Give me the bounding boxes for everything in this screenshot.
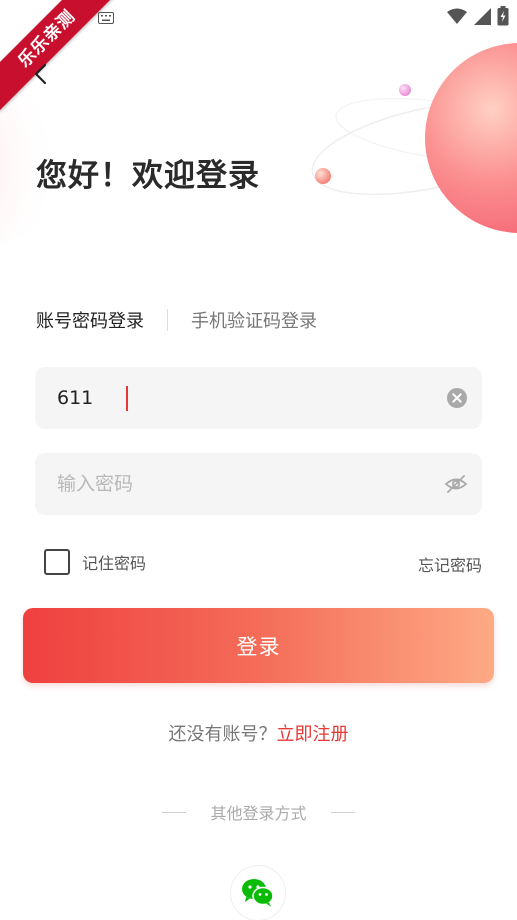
eye-off-icon[interactable] xyxy=(444,473,468,495)
divider-line xyxy=(162,811,187,813)
wechat-login-button[interactable] xyxy=(230,865,286,920)
password-input[interactable] xyxy=(57,453,427,515)
status-bar xyxy=(0,0,517,32)
forgot-password-link[interactable]: 忘记密码 xyxy=(418,552,482,576)
back-button[interactable] xyxy=(26,60,54,88)
page-title: 您好！欢迎登录 xyxy=(36,158,260,194)
other-login-divider: 其他登录方式 xyxy=(0,800,517,824)
text-caret xyxy=(126,386,128,411)
chevron-left-icon xyxy=(34,63,47,85)
password-field xyxy=(35,453,482,515)
login-tabs: 账号密码登录 手机验证码登录 xyxy=(36,307,317,333)
account-field xyxy=(35,367,482,429)
tab-sms-login[interactable]: 手机验证码登录 xyxy=(191,307,317,333)
wechat-icon xyxy=(242,879,274,907)
register-question: 还没有账号？ xyxy=(168,724,277,745)
register-link[interactable]: 立即注册 xyxy=(277,724,349,745)
divider-line xyxy=(330,811,355,813)
tab-divider xyxy=(167,309,168,331)
other-login-label: 其他登录方式 xyxy=(210,804,307,823)
remember-label: 记住密码 xyxy=(82,554,147,573)
wifi-icon xyxy=(447,8,467,28)
login-button[interactable]: 登录 xyxy=(23,608,494,683)
account-input[interactable] xyxy=(57,367,427,429)
signal-icon xyxy=(473,7,491,29)
register-row: 还没有账号？立即注册 xyxy=(0,720,517,746)
tab-password-login[interactable]: 账号密码登录 xyxy=(36,307,144,333)
battery-icon xyxy=(497,6,509,30)
remember-checkbox[interactable] xyxy=(44,549,70,575)
remember-password[interactable]: 记住密码 xyxy=(44,549,146,575)
clear-circle-icon[interactable] xyxy=(446,387,468,409)
keyboard-icon xyxy=(98,9,114,28)
